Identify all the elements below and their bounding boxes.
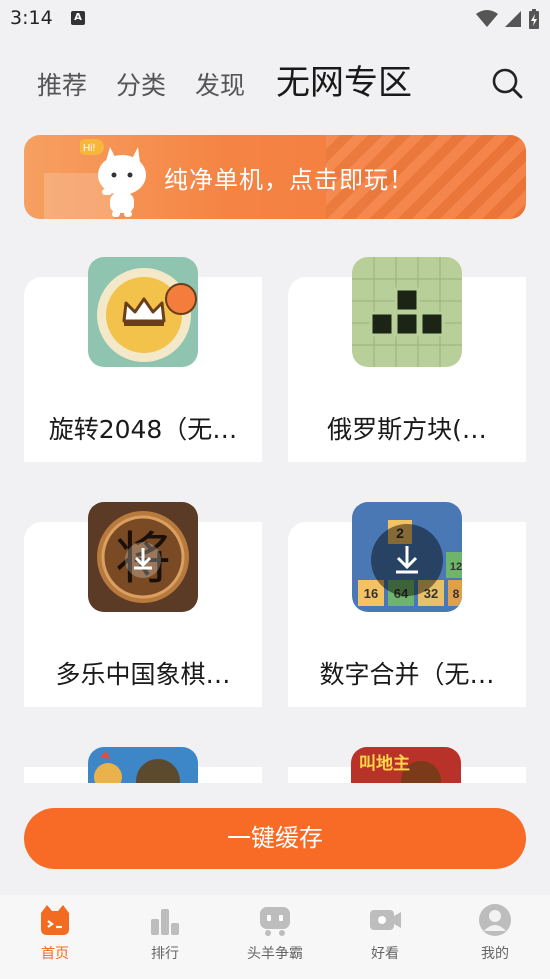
tab-recommend[interactable]: 推荐 xyxy=(37,66,87,102)
svg-text:12: 12 xyxy=(450,561,462,573)
video-icon xyxy=(370,910,401,930)
offline-banner[interactable]: Hi! 纯净单机，点击即玩！ xyxy=(24,135,526,219)
game-card-chinese-chess[interactable]: 将 多乐中国象棋… xyxy=(24,502,262,707)
svg-text:16: 16 xyxy=(364,586,378,601)
banner-text: 纯净单机，点击即玩！ xyxy=(164,166,414,194)
nav-watch[interactable]: 好看 xyxy=(330,903,440,963)
signal-icon xyxy=(505,11,521,27)
nav-battle[interactable]: 头羊争霸 xyxy=(220,903,330,963)
nav-profile[interactable]: 我的 xyxy=(440,903,550,963)
game-icon-5 xyxy=(88,747,198,783)
battery-icon xyxy=(529,9,539,29)
game-name: 多乐中国象棋… xyxy=(55,660,231,689)
profile-icon xyxy=(479,904,511,936)
crown-icon xyxy=(88,257,198,367)
tab-discover[interactable]: 发现 xyxy=(195,66,245,102)
mascot-bubble-text: Hi! xyxy=(83,143,95,154)
tab-category[interactable]: 分类 xyxy=(116,66,166,102)
search-icon[interactable] xyxy=(490,66,524,100)
number-merge-icon: 2 16 64 32 12 8 xyxy=(352,502,462,612)
svg-text:8: 8 xyxy=(453,587,460,601)
nav-label: 我的 xyxy=(481,946,509,962)
mascot-image: Hi! xyxy=(80,139,146,217)
system-icons xyxy=(476,9,540,29)
notification-icon: A xyxy=(71,11,85,25)
nav-ranking[interactable]: 排行 xyxy=(110,903,220,963)
nav-label: 头羊争霸 xyxy=(247,946,303,962)
bottom-nav: 首页 排行 头羊争霸 好看 我的 xyxy=(0,895,550,979)
game-icon-6: 叫地主 xyxy=(351,747,461,783)
home-icon xyxy=(41,905,69,935)
gamepad-icon xyxy=(260,907,290,936)
game-name: 旋转2048（无… xyxy=(48,415,238,444)
tab-offline-zone[interactable]: 无网专区 xyxy=(276,55,412,104)
chess-jiang-icon: 将 xyxy=(88,502,198,612)
ranking-icon xyxy=(151,909,179,935)
nav-home[interactable]: 首页 xyxy=(0,903,110,963)
wifi-icon xyxy=(476,10,498,27)
nav-label: 好看 xyxy=(371,946,399,962)
game-card-rotate-2048[interactable]: 旋转2048（无… xyxy=(24,257,262,462)
game-icon-6-text: 叫地主 xyxy=(359,753,410,774)
status-time: 3:14 xyxy=(10,7,53,29)
game-card-tetris[interactable]: 俄罗斯方块(… xyxy=(288,257,526,462)
tetris-icon xyxy=(352,257,462,367)
nav-label: 首页 xyxy=(41,946,69,962)
game-name: 俄罗斯方块(… xyxy=(327,415,487,444)
status-bar: 3:14 A xyxy=(0,0,550,38)
one-click-cache-button[interactable]: 一键缓存 xyxy=(24,808,526,869)
top-tabs: 推荐 分类 发现 无网专区 xyxy=(0,60,550,110)
game-card-number-merge[interactable]: 2 16 64 32 12 8 数字合并（无… xyxy=(288,502,526,707)
nav-label: 排行 xyxy=(151,946,179,962)
game-name: 数字合并（无… xyxy=(319,660,495,689)
